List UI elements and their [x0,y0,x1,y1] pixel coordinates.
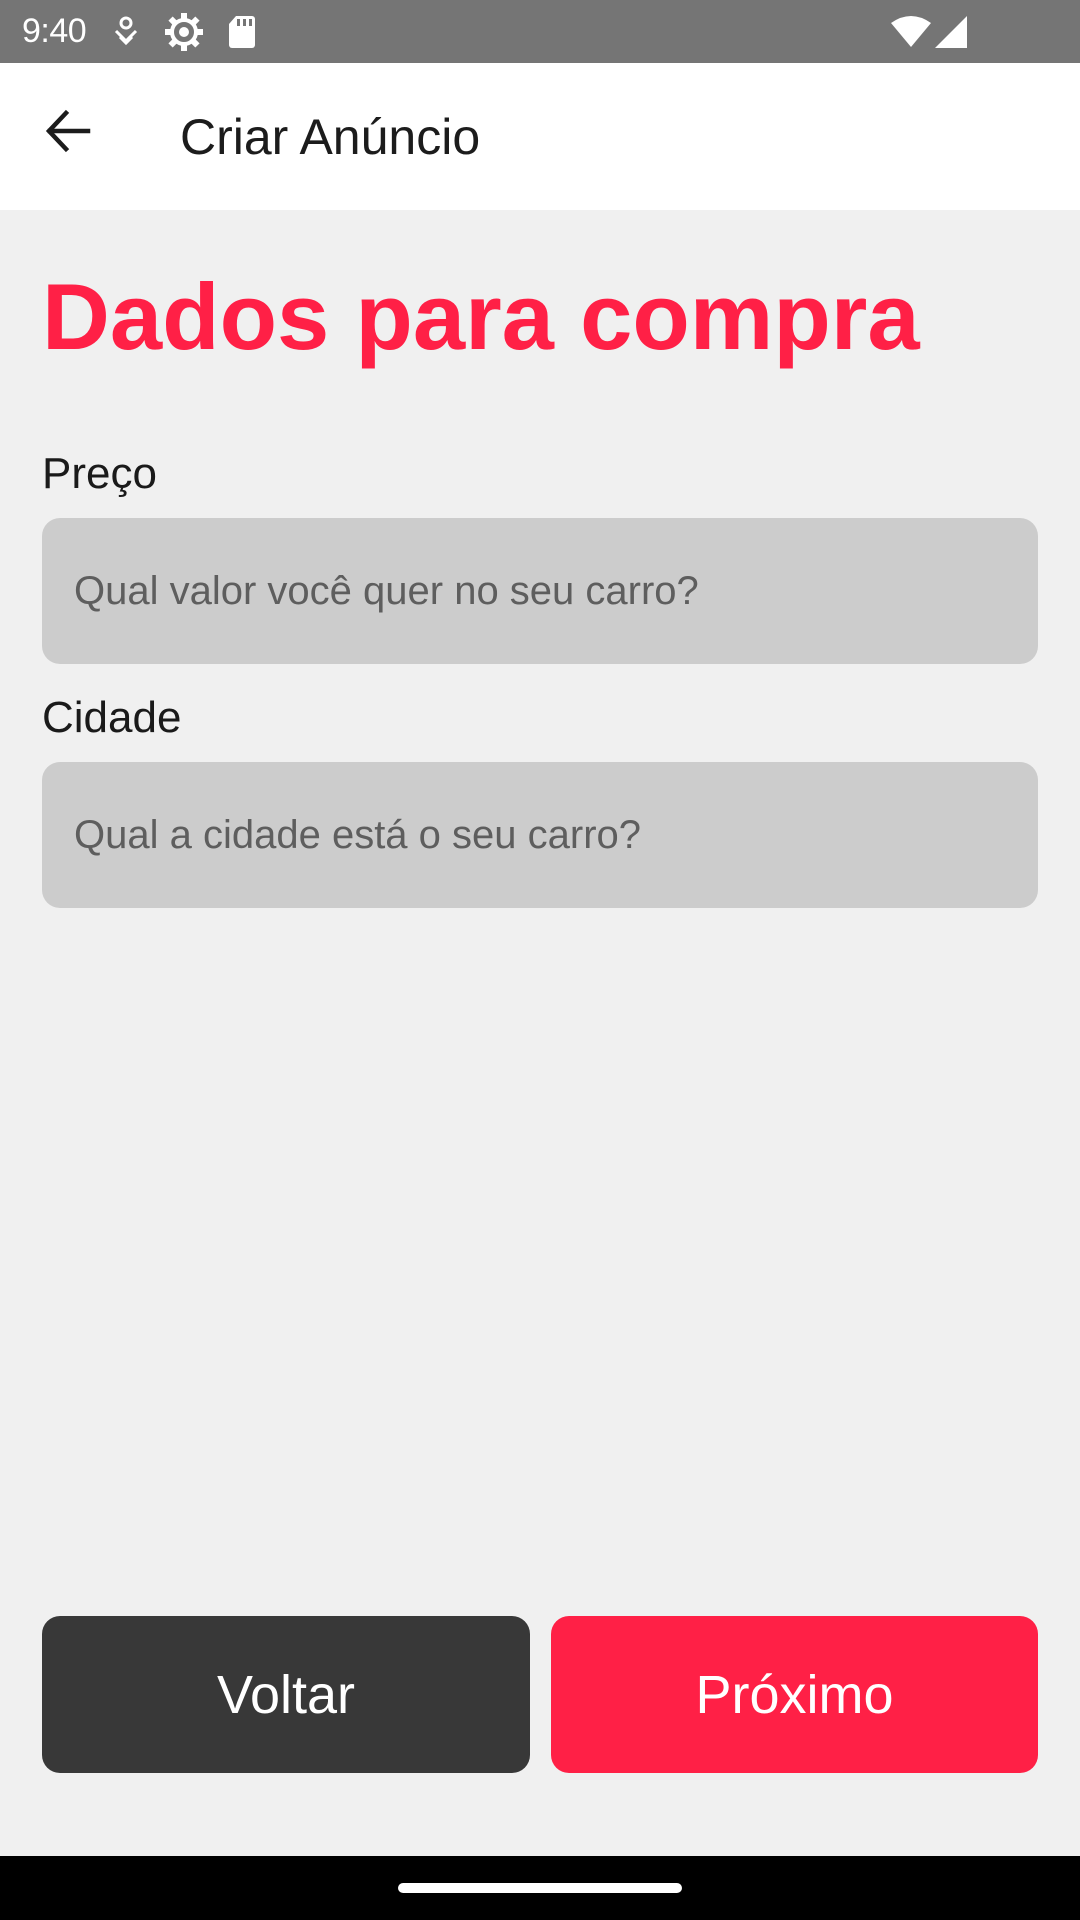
city-input[interactable] [42,762,1038,908]
back-button[interactable] [28,91,108,171]
settings-gear-icon [164,12,204,52]
status-time: 9:40 [22,12,87,50]
price-input[interactable] [42,518,1038,664]
arrow-back-icon [45,109,91,153]
usb-debug-icon [112,12,140,52]
section-heading: Dados para compra [42,264,920,369]
app-bar: Criar Anúncio [0,63,1080,210]
cell-signal-icon [934,12,968,52]
next-step-button[interactable]: Próximo [551,1616,1038,1773]
page-title: Criar Anúncio [180,109,481,165]
status-bar: 9:40 [0,0,1080,63]
back-step-button[interactable]: Voltar [42,1616,530,1773]
wifi-icon [890,12,932,52]
sd-card-icon [228,12,256,52]
price-label: Preço [42,449,157,498]
system-nav-bar [0,1856,1080,1920]
city-label: Cidade [42,693,182,742]
home-gesture-handle[interactable] [398,1883,682,1893]
